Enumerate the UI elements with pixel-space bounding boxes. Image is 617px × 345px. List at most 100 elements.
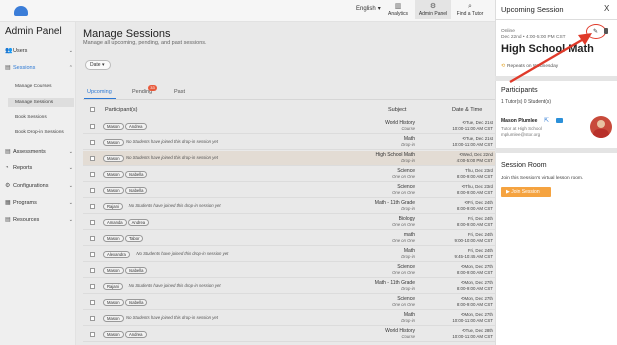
- session-datetime: ⟲Tue, Dec 21st 10:00-11:00 AM CST: [423, 136, 493, 148]
- participant-chip[interactable]: Isabella: [125, 187, 148, 194]
- table-row[interactable]: Alexandra No Students have joined this dr…: [83, 247, 495, 262]
- participant-chip[interactable]: Mason: [103, 155, 124, 162]
- pencil-icon[interactable]: ✎: [593, 28, 598, 35]
- close-panel-button[interactable]: X: [604, 4, 609, 13]
- date-filter-dropdown[interactable]: Date ▾: [85, 60, 111, 70]
- row-checkbox[interactable]: [90, 220, 95, 225]
- sidebar-item-configurations[interactable]: ⚙ Configurations ⌄: [5, 182, 73, 190]
- sidebar-subitem-book-sessions[interactable]: Book Sessions: [15, 115, 47, 120]
- table-row[interactable]: Rajani No Students have joined this drop-…: [83, 199, 495, 214]
- participant-chip[interactable]: Mason: [103, 139, 124, 146]
- session-time: 4:00-5:00 PM CST: [456, 158, 493, 163]
- session-subject: Math - 11th Grade Drop-in: [315, 200, 415, 212]
- session-datetime: ⟲Mon, Dec 27th 10:00-11:00 AM CST: [423, 312, 493, 324]
- participant-chip[interactable]: Isabella: [125, 267, 148, 274]
- chevron-down-icon: ⌄: [68, 182, 73, 189]
- row-checkbox[interactable]: [90, 140, 95, 145]
- sidebar-item-assessments[interactable]: ▤ Assessments ⌄: [5, 148, 73, 156]
- sidebar-subitem-manage-sessions[interactable]: Manage Sessions: [8, 98, 74, 107]
- tab-past[interactable]: Past: [174, 89, 185, 95]
- table-row[interactable]: Rajani No Students have joined this drop-…: [83, 279, 495, 294]
- row-checkbox[interactable]: [90, 236, 95, 241]
- participants-title: Participants: [501, 87, 538, 94]
- row-checkbox[interactable]: [90, 252, 95, 257]
- session-mode: Drop-in: [401, 158, 415, 163]
- participant-chip[interactable]: Mason: [103, 299, 124, 306]
- participant-chip[interactable]: Rajani: [103, 283, 123, 290]
- row-checkbox[interactable]: [90, 172, 95, 177]
- chevron-down-icon: ⌄: [68, 47, 73, 54]
- sidebar-item-sessions[interactable]: ▤ Sessions ⌃: [5, 64, 73, 72]
- participant-chip[interactable]: Isabella: [125, 171, 148, 178]
- session-room-text: Join this Session's virtual lesson room.: [501, 176, 584, 181]
- row-checkbox[interactable]: [90, 284, 95, 289]
- table-row[interactable]: Mason No Students have joined this drop-i…: [83, 311, 495, 326]
- table-row[interactable]: Mason Isabella Science One on One Thu, Dec 2…: [83, 167, 495, 182]
- participant-chip[interactable]: Alexandra: [103, 251, 130, 258]
- trash-icon[interactable]: [604, 28, 608, 34]
- row-checkbox[interactable]: [90, 188, 95, 193]
- nav-admin-panel[interactable]: ⚙ Admin Panel: [415, 0, 451, 19]
- participant-chip[interactable]: Rajani: [103, 203, 123, 210]
- sidebar-item-label: Assessments: [13, 148, 46, 155]
- participant-chip[interactable]: Mason: [103, 315, 124, 322]
- tutor-email: mplumlee@stor.org: [501, 132, 541, 137]
- session-mode: One on One: [392, 174, 415, 179]
- app-logo[interactable]: [14, 6, 28, 16]
- external-link-icon[interactable]: ⇱: [544, 117, 549, 124]
- table-row[interactable]: Mason Isabella Science One on One ⟲Mon, Dec …: [83, 263, 495, 278]
- participant-chip[interactable]: Tabor: [125, 235, 144, 242]
- table-row[interactable]: Mason No Students have joined this drop-i…: [83, 151, 495, 166]
- row-checkbox[interactable]: [90, 204, 95, 209]
- sidebar-subitem-manage-courses[interactable]: Manage Courses: [15, 84, 52, 89]
- nav-label: Analytics: [387, 11, 408, 17]
- row-checkbox[interactable]: [90, 316, 95, 321]
- participant-chip[interactable]: Amanda: [103, 219, 127, 226]
- participant-chip[interactable]: Mason: [103, 267, 124, 274]
- chat-icon[interactable]: [556, 118, 563, 123]
- gear-icon: ⚙: [5, 183, 11, 189]
- table-row[interactable]: Mason Isabella Science One on One ⟲Thu, Dec …: [83, 183, 495, 198]
- table-row[interactable]: Amanda Andrea Biology One on One Fri, Dec 24…: [83, 215, 495, 230]
- participant-chip[interactable]: Isabella: [125, 299, 148, 306]
- participant-chip[interactable]: Mason: [103, 171, 124, 178]
- sidebar-item-users[interactable]: 👥 Users ⌄: [5, 47, 73, 55]
- session-subject: Science One on One: [315, 184, 415, 196]
- participants-count: 1 Tutor(s) 0 Student(s): [501, 99, 552, 105]
- row-checkbox[interactable]: [90, 156, 95, 161]
- table-row[interactable]: Mason Isabella Science One on One ⟲Mon, Dec …: [83, 295, 495, 310]
- nav-analytics[interactable]: ▥ Analytics: [380, 3, 416, 19]
- chevron-down-icon: ⌄: [68, 165, 73, 171]
- row-checkbox[interactable]: [90, 268, 95, 273]
- sidebar-item-resources[interactable]: ▤ Resources ⌄: [5, 216, 73, 224]
- sidebar-subitem-book-drop-in[interactable]: Book Drop-in Sessions: [15, 130, 64, 135]
- sidebar-item-programs[interactable]: ▦ Programs ⌄: [5, 199, 73, 207]
- nav-find-tutor[interactable]: ⌕ Find a Tutor: [452, 3, 488, 19]
- session-time: 8:00-9:00 AM CST: [456, 222, 493, 227]
- repeat-info: ⟲ Repeats on Wednesday: [501, 64, 558, 69]
- table-row[interactable]: Mason No Students have joined this drop-i…: [83, 135, 495, 150]
- participant-chip[interactable]: Mason: [103, 123, 124, 130]
- row-checkbox[interactable]: [90, 124, 95, 129]
- table-row[interactable]: Mason Andrea World History Course ⟲Tue, Dec …: [83, 119, 495, 134]
- participant-chip[interactable]: Andrea: [127, 219, 150, 226]
- row-checkbox[interactable]: [90, 332, 95, 337]
- participant-chip[interactable]: Mason: [103, 235, 124, 242]
- session-subject: Math Drop-in: [315, 312, 415, 324]
- table-row[interactable]: Mason Andrea World History Course ⟲Tue, Dec …: [83, 327, 495, 342]
- participant-chip[interactable]: Mason: [103, 187, 124, 194]
- row-checkbox[interactable]: [90, 300, 95, 305]
- sidebar-item-label: Programs: [13, 199, 37, 206]
- participant-chip[interactable]: Mason: [103, 331, 124, 338]
- chevron-down-icon: ⌄: [68, 199, 73, 206]
- gear-icon: ⚙: [429, 3, 437, 10]
- join-session-button[interactable]: ▶ Join Session: [501, 187, 551, 197]
- participant-chip[interactable]: Andrea: [125, 123, 147, 130]
- select-all-checkbox[interactable]: [90, 107, 95, 112]
- sidebar-item-reports[interactable]: ◔ Reports ⌄: [5, 165, 73, 171]
- tab-upcoming[interactable]: Upcoming: [87, 89, 112, 95]
- session-time: 9:45-10:45 AM CST: [454, 254, 493, 259]
- participant-chip[interactable]: Andrea: [125, 331, 147, 338]
- language-selector[interactable]: English ▾: [356, 5, 381, 13]
- table-row[interactable]: Mason Tabor math One on One Fri, Dec 24th 9:0…: [83, 231, 495, 246]
